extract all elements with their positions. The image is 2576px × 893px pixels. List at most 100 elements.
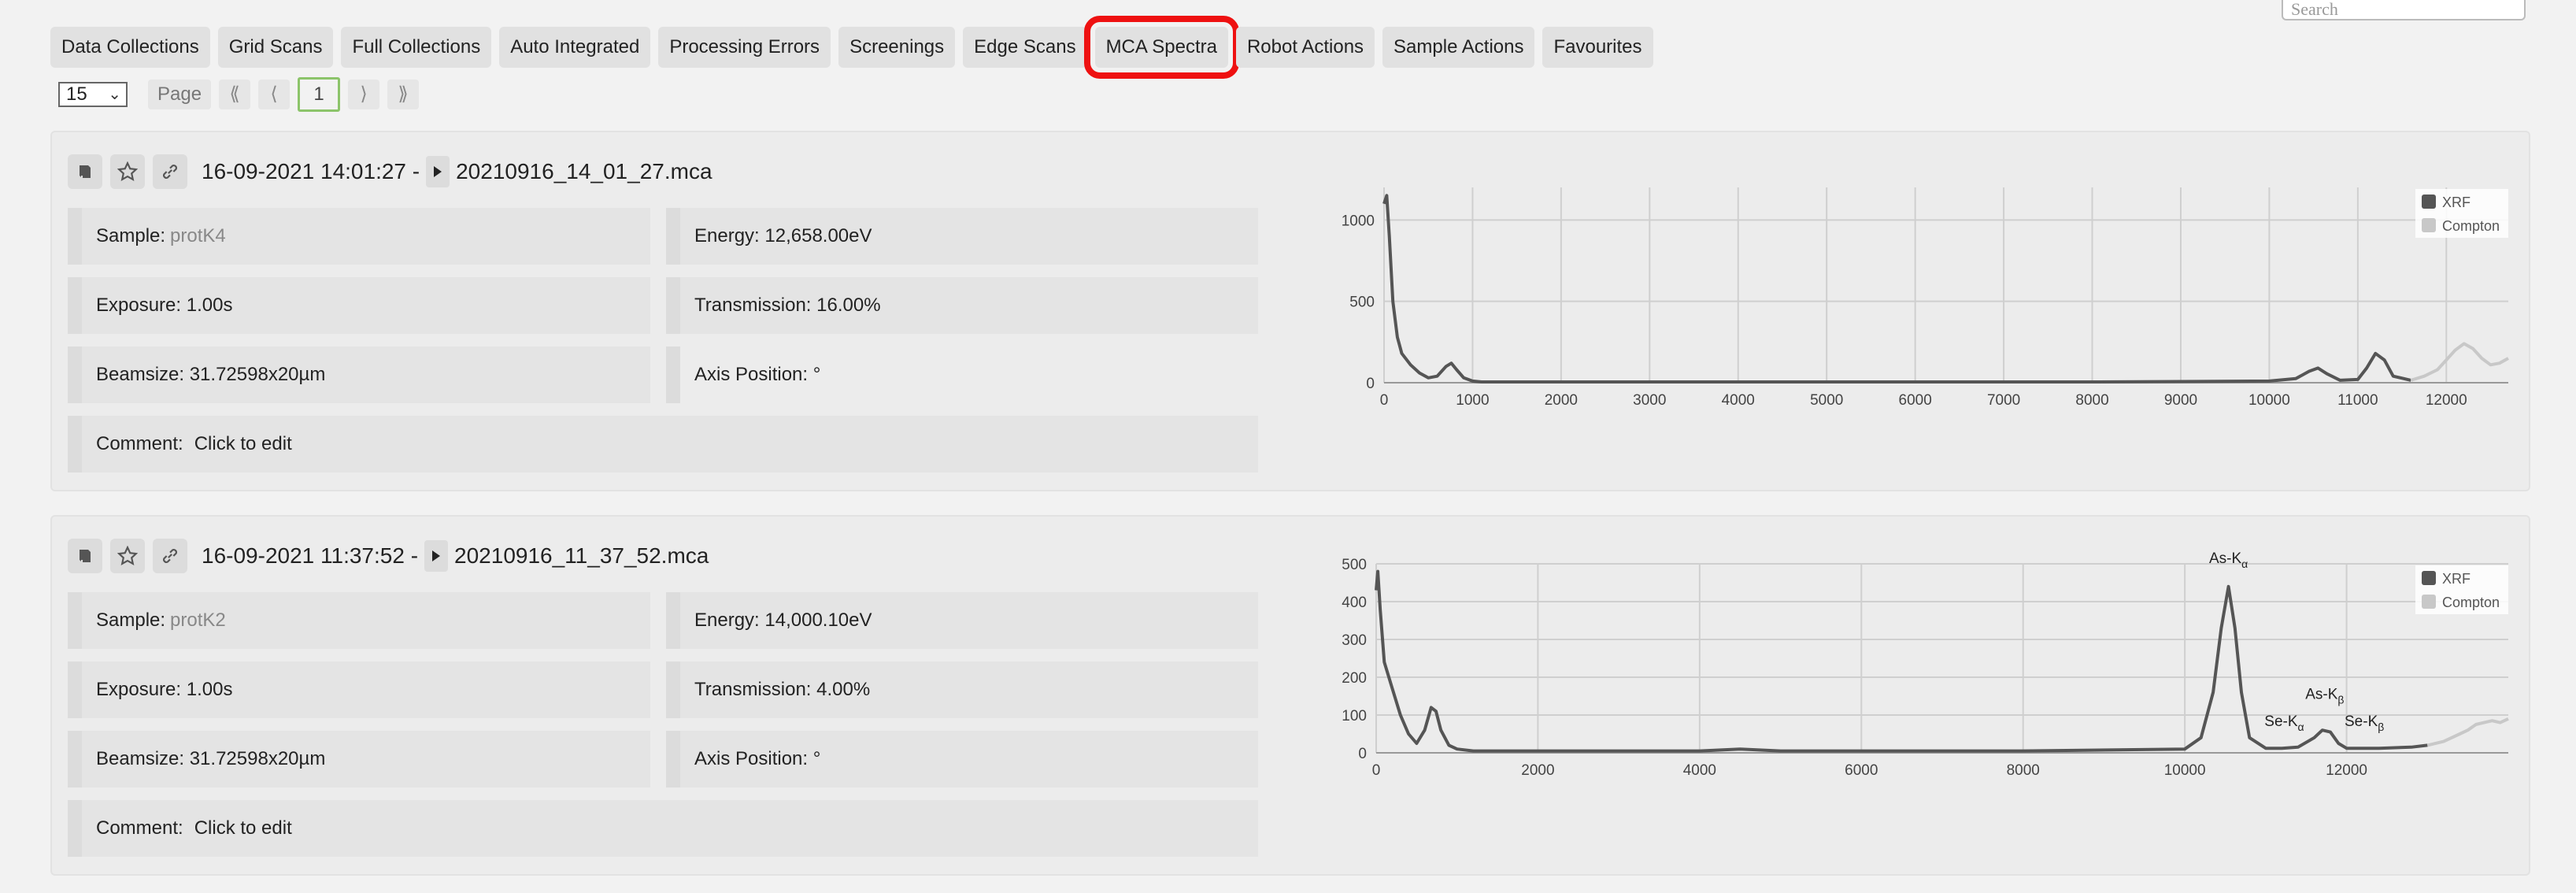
play-icon[interactable] <box>424 540 449 572</box>
entry-datetime: 16-09-2021 11:37:52 - <box>202 543 419 568</box>
x-tick-label: 8000 <box>2075 392 2108 409</box>
mca-entry: 16-09-2021 14:01:27 - 20210916_14_01_27.… <box>50 131 2530 491</box>
book-icon[interactable] <box>68 539 102 573</box>
comment-edit[interactable]: Click to edit <box>194 817 292 839</box>
x-tick-label: 12000 <box>2426 392 2467 409</box>
sample-field: Sample: protK2 <box>68 592 650 649</box>
exposure-field: Exposure: 1.00s <box>68 661 650 718</box>
last-page-button[interactable]: ⟫ <box>387 80 420 109</box>
series-line-xrf <box>1382 194 2411 384</box>
tab-processing-errors[interactable]: Processing Errors <box>658 27 831 68</box>
y-tick-label: 0 <box>1366 376 1375 392</box>
peak-annotation: Se-Kα <box>2264 713 2304 733</box>
y-tick-label: 100 <box>1342 708 1367 724</box>
sample-field: Sample: protK4 <box>68 208 650 265</box>
entry-header: 16-09-2021 14:01:27 - 20210916_14_01_27.… <box>68 154 712 189</box>
star-icon[interactable] <box>110 154 145 189</box>
x-tick-label: 4000 <box>1722 392 1755 409</box>
beamsize-field: Beamsize: 31.72598x20µm <box>68 346 650 403</box>
series-line-compton <box>2410 342 2509 382</box>
beamsize-field: Beamsize: 31.72598x20µm <box>68 731 650 787</box>
mca-entry: 16-09-2021 11:37:52 - 20210916_11_37_52.… <box>50 515 2530 876</box>
series-line-compton <box>2426 717 2509 747</box>
x-tick-label: 9000 <box>2164 392 2197 409</box>
tab-grid-scans[interactable]: Grid Scans <box>217 27 334 68</box>
entry-datetime: 16-09-2021 14:01:27 - <box>202 159 420 183</box>
sample-value: protK4 <box>170 225 226 246</box>
axis-position-field: Axis Position: ° <box>666 346 1258 403</box>
current-page[interactable]: 1 <box>298 77 341 112</box>
x-tick-label: 0 <box>1380 392 1389 409</box>
tab-mca-spectra[interactable]: MCA Spectra <box>1083 16 1239 79</box>
y-tick-label: 1000 <box>1342 213 1375 229</box>
axis-position-field: Axis Position: ° <box>666 731 1258 787</box>
legend-label: XRF <box>2442 195 2471 210</box>
mca-chart: 0 100 200 300 400 500 0 2000 4000 6000 8000 10000 12… <box>1280 524 2532 871</box>
entry-header: 16-09-2021 11:37:52 - 20210916_11_37_52.… <box>68 539 709 573</box>
x-tick-label: 10000 <box>2248 392 2290 409</box>
next-page-button[interactable]: ⟩ <box>348 80 380 109</box>
x-tick-label: 6000 <box>1899 392 1932 409</box>
transmission-field: Transmission: 4.00% <box>666 661 1258 718</box>
x-tick-label: 2000 <box>1545 392 1578 409</box>
spectrum-chart-svg: 0 100 200 300 400 500 0 2000 4000 6000 8000 10000 12… <box>1342 550 2509 779</box>
page-size-value: 15 <box>66 83 87 105</box>
pagination: 15 ⌄ Page ⟪ ⟨ 1 ⟩ ⟫ <box>58 77 420 112</box>
entry-filename: 20210916_14_01_27.mca <box>456 159 712 183</box>
comment-field[interactable]: Comment: Click to edit <box>68 416 1258 472</box>
peak-annotation: As-Kβ <box>2305 687 2344 706</box>
x-tick-label: 10000 <box>2164 762 2206 779</box>
comment-edit[interactable]: Click to edit <box>194 433 292 455</box>
exposure-field: Exposure: 1.00s <box>68 277 650 334</box>
sample-value: protK2 <box>170 610 226 631</box>
y-tick-label: 0 <box>1358 746 1367 762</box>
transmission-field: Transmission: 16.00% <box>666 277 1258 334</box>
entry-filename: 20210916_11_37_52.mca <box>454 543 709 568</box>
legend-swatch <box>2422 595 2436 609</box>
book-icon[interactable] <box>68 154 102 189</box>
link-icon[interactable] <box>153 539 187 573</box>
x-tick-label: 0 <box>1372 762 1381 779</box>
y-tick-label: 400 <box>1342 595 1367 611</box>
energy-field: Energy: 14,000.10eV <box>666 592 1258 649</box>
chevron-down-icon: ⌄ <box>108 86 121 103</box>
x-tick-label: 6000 <box>1845 762 1878 779</box>
page-label: Page <box>148 80 212 109</box>
star-icon[interactable] <box>110 539 145 573</box>
first-page-button[interactable]: ⟪ <box>219 80 251 109</box>
mca-chart: 0 500 1000 0 1000 2000 3000 4000 5000 6000 7000 800… <box>1280 156 2532 487</box>
x-tick-label: 11000 <box>2337 392 2378 409</box>
y-tick-label: 200 <box>1342 670 1367 687</box>
comment-field[interactable]: Comment: Click to edit <box>68 800 1258 857</box>
tab-sample-actions[interactable]: Sample Actions <box>1382 27 1535 68</box>
tab-screenings[interactable]: Screenings <box>838 27 956 68</box>
legend-swatch <box>2422 218 2436 232</box>
x-tick-label: 7000 <box>1987 392 2020 409</box>
x-tick-label: 12000 <box>2326 762 2367 779</box>
y-tick-label: 500 <box>1349 295 1375 311</box>
spectrum-chart-svg: 050010000 1000 2000 3000 4000 5000 6000 7000 800… <box>1342 187 2509 409</box>
y-tick-label: 500 <box>1342 557 1367 573</box>
tab-favourites[interactable]: Favourites <box>1542 27 1653 68</box>
x-tick-label: 4000 <box>1683 762 1716 779</box>
legend-swatch <box>2422 571 2436 585</box>
tab-bar: Data Collections Grid Scans Full Collect… <box>50 16 1653 79</box>
x-tick-label: 3000 <box>1633 392 1666 409</box>
x-tick-label: 1000 <box>1456 392 1489 409</box>
tab-full-collections[interactable]: Full Collections <box>341 27 492 68</box>
link-icon[interactable] <box>153 154 187 189</box>
x-tick-label: 5000 <box>1810 392 1843 409</box>
x-tick-label: 2000 <box>1521 762 1554 779</box>
peak-annotation: Se-Kβ <box>2345 713 2384 733</box>
page-size-select[interactable]: 15 ⌄ <box>58 82 128 107</box>
legend-label: Compton <box>2442 595 2500 610</box>
tab-robot-actions[interactable]: Robot Actions <box>1235 27 1375 68</box>
tab-auto-integrated[interactable]: Auto Integrated <box>499 27 651 68</box>
tab-edge-scans[interactable]: Edge Scans <box>963 27 1087 68</box>
search-input[interactable]: Search <box>2282 0 2526 20</box>
prev-page-button[interactable]: ⟨ <box>258 80 291 109</box>
legend-swatch <box>2422 195 2436 209</box>
peak-annotation: As-Kα <box>2209 550 2248 570</box>
play-icon[interactable] <box>426 156 450 187</box>
tab-data-collections[interactable]: Data Collections <box>50 27 210 68</box>
